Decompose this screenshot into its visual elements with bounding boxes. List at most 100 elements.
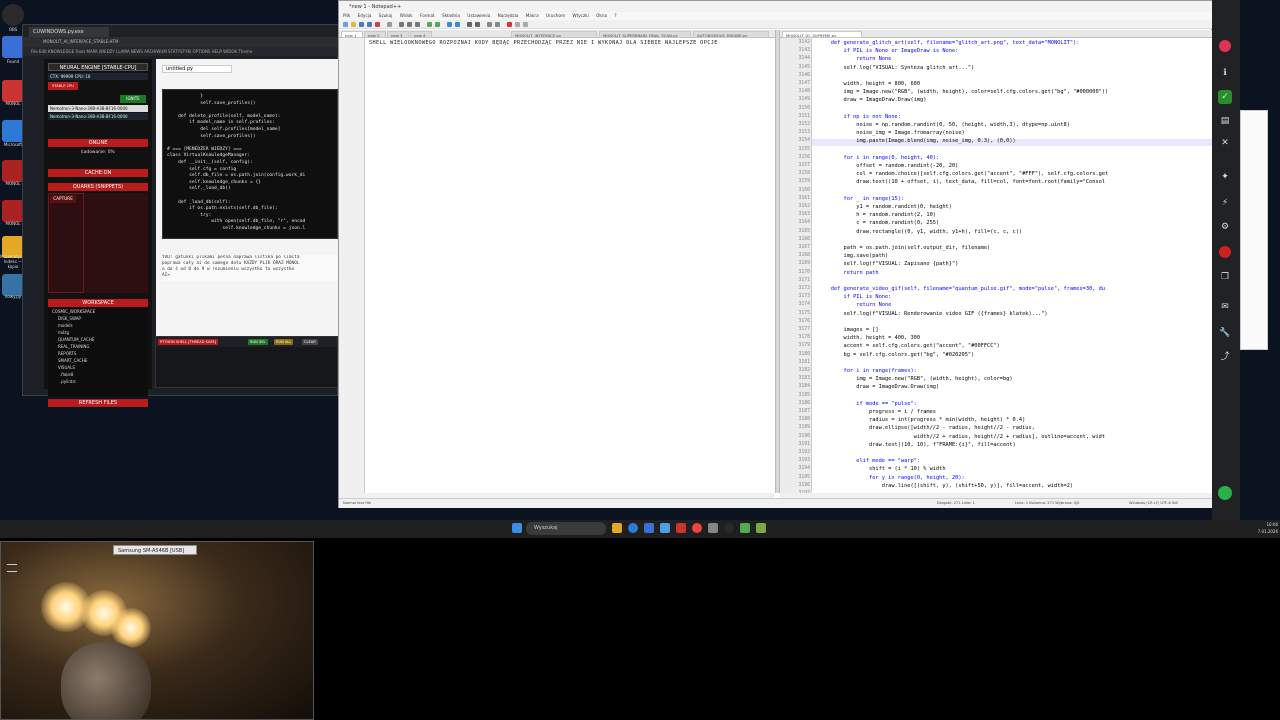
- replace-icon[interactable]: [455, 22, 460, 27]
- left-editor-pane[interactable]: SHELL WIELOOKNOWEGO ROZPOZNAJ KODY BĘDĄC…: [339, 38, 775, 493]
- code-line[interactable]: draw.line([(shift, y), (shift+50, y)], f…: [818, 483, 1073, 489]
- code-line[interactable]: c = random.randint(0, 255): [818, 220, 939, 226]
- menu-plik[interactable]: Plik: [343, 13, 350, 18]
- code-line[interactable]: y1 = random.randint(0, height): [818, 204, 952, 210]
- address-bar[interactable]: MONOLIT_AI_INTERFACE_STABLE.HTM: [23, 37, 339, 47]
- tree-item[interactable]: COSMIC_WORKSPACE: [48, 308, 148, 315]
- menu-okna[interactable]: Okna: [596, 13, 607, 18]
- obs-icon[interactable]: [2, 4, 24, 26]
- code-line[interactable]: for _ in range(15):: [818, 196, 905, 202]
- zoom-in-icon[interactable]: [467, 22, 472, 27]
- youtube-icon[interactable]: [1219, 246, 1231, 258]
- code-line[interactable]: return None: [818, 56, 891, 62]
- code-line[interactable]: for i in range(0, height, 40):: [818, 155, 940, 161]
- wrench-icon[interactable]: 🔧: [1218, 326, 1232, 340]
- code-line[interactable]: h = random.randint(2, 10): [818, 212, 936, 218]
- zoom-out-icon[interactable]: [475, 22, 480, 27]
- app-icon[interactable]: [2, 80, 24, 102]
- ctx-cpu-field[interactable]: CTX: 99999 CPU: 16: [48, 73, 148, 80]
- tab-monolit-ul-supreme[interactable]: MONOLIT_UL_SUPREME.py: [782, 31, 862, 38]
- tree-item[interactable]: models: [48, 322, 148, 329]
- app-icon[interactable]: [708, 523, 718, 533]
- monolit-icon[interactable]: [2, 160, 24, 182]
- code-line[interactable]: radius = int(progress * min(width, heigh…: [818, 417, 1025, 423]
- tab-monolit-superbrain[interactable]: MONOLIT_SUPERBRAIN_FINAL_SCAN.py: [599, 31, 691, 38]
- edge-icon[interactable]: [628, 523, 638, 533]
- menu-uruchom[interactable]: Uruchom: [546, 13, 565, 18]
- code-line[interactable]: def generate_video_gif(self, filename="q…: [818, 286, 1105, 292]
- tree-item[interactable]: .flake8: [48, 371, 148, 378]
- new-file-icon[interactable]: [343, 22, 348, 27]
- star-icon[interactable]: ✦: [1218, 170, 1232, 184]
- avatar[interactable]: [1219, 40, 1231, 52]
- wrap-icon[interactable]: [487, 22, 492, 27]
- check-icon[interactable]: ✓: [1218, 90, 1232, 104]
- copy-icon[interactable]: ❐: [1218, 270, 1232, 284]
- redo-icon[interactable]: [435, 22, 440, 27]
- ide-menu-bar[interactable]: File Edit KNOWLEDGE Tools MAPA WIEDZY LL…: [23, 47, 339, 56]
- print-icon[interactable]: [387, 22, 392, 27]
- code-line[interactable]: if mode == "pulse":: [818, 401, 917, 407]
- stop-macro-icon[interactable]: [515, 22, 520, 27]
- monolit-icon[interactable]: [2, 200, 24, 222]
- share-icon[interactable]: ⤴: [1218, 350, 1232, 364]
- code-line[interactable]: self.log(f"VISUAL: Zapisano {path}"): [818, 261, 959, 267]
- browser-tab[interactable]: CUWINDOWS.py.exe: [29, 27, 109, 37]
- code-line[interactable]: elif mode == "warp":: [818, 458, 920, 464]
- tab-new-1[interactable]: new 1: [341, 31, 363, 38]
- app-icon[interactable]: [676, 523, 686, 533]
- model-field[interactable]: Nemotron-3-Nano-30B-A3B-BF16-0000: [48, 113, 148, 120]
- menu-wtyczki[interactable]: Wtyczki: [572, 13, 588, 18]
- tree-item[interactable]: mózg: [48, 329, 148, 336]
- code-line[interactable]: self.log(f"VISUAL: Renderowanie video GI…: [818, 311, 1048, 317]
- code-line[interactable]: width//2 + radius, height//2 + radius], …: [818, 434, 1105, 440]
- code-line[interactable]: width, height = 400, 300: [818, 335, 921, 341]
- menu-narzedzia[interactable]: Narzędzia: [498, 13, 519, 18]
- tab-new-2[interactable]: new 2: [364, 31, 386, 38]
- run-all-button[interactable]: RUN ALL: [274, 339, 294, 345]
- ignite-button[interactable]: IGNITE: [120, 95, 146, 103]
- tab-new-3[interactable]: new 3: [387, 31, 409, 38]
- clear-button[interactable]: CLEAR: [302, 339, 318, 345]
- refresh-files-button[interactable]: REFRESH FILES: [48, 399, 148, 407]
- code-line[interactable]: draw.text((10 + offset, i), text_data, f…: [818, 179, 1105, 185]
- code-line[interactable]: draw.text((10, 10), f"FRAME:{i}", fill=a…: [818, 442, 1016, 448]
- code-editor[interactable]: } self.save_profiles() def delete_profil…: [162, 89, 338, 239]
- app-icon[interactable]: [756, 523, 766, 533]
- bolt-icon[interactable]: ⚡: [1218, 196, 1232, 210]
- code-line[interactable]: accent = self.cfg.colors.get("accent", "…: [818, 343, 1000, 349]
- save-all-icon[interactable]: [367, 22, 372, 27]
- code-line[interactable]: return None: [818, 302, 891, 308]
- edge-icon[interactable]: [2, 120, 24, 142]
- gear-icon[interactable]: ⚙: [1218, 220, 1232, 234]
- chrome-icon[interactable]: [692, 523, 702, 533]
- tree-item[interactable]: QUANTUM_CACHE: [48, 336, 148, 343]
- code-line[interactable]: if PIL is None or ImageDraw is None:: [818, 48, 959, 54]
- right-editor-pane[interactable]: 3142 3143 3144 3145 3146 3147 3148 3149 3150 3151…: [780, 38, 1213, 493]
- code-line[interactable]: noise_img = Image.fromarray(noise): [818, 130, 964, 136]
- code-line[interactable]: draw.rectangle((0, y1, width, y1+h), fil…: [818, 229, 1022, 235]
- code-line[interactable]: return path: [818, 270, 879, 276]
- file-explorer-icon[interactable]: [612, 523, 622, 533]
- play-macro-icon[interactable]: [523, 22, 528, 27]
- code-line[interactable]: progress = i / frames: [818, 409, 936, 415]
- paste-icon[interactable]: [415, 22, 420, 27]
- windows-start-icon[interactable]: [512, 523, 522, 533]
- cut-icon[interactable]: [399, 22, 404, 27]
- close-icon[interactable]: [375, 22, 380, 27]
- menu-edycja[interactable]: Edycja: [358, 13, 372, 18]
- code-line[interactable]: img = Image.new("RGB", (width, height), …: [818, 89, 1109, 95]
- code-line[interactable]: img.paste(Image.blend(img, noise_img, 0.…: [818, 138, 1015, 144]
- code-line[interactable]: self.log("VISUAL: Synteza glitch art..."…: [818, 65, 975, 71]
- notepad-plus-plus-icon[interactable]: [740, 523, 750, 533]
- model-select[interactable]: Nemotron-3-Nano-30B-A3B-BF16-0000: [48, 105, 148, 112]
- menu-format[interactable]: Format: [420, 13, 435, 18]
- code-line[interactable]: path = os.path.join(self.output_dir, fil…: [818, 245, 991, 251]
- obs-icon[interactable]: [724, 523, 734, 533]
- record-macro-icon[interactable]: [507, 22, 512, 27]
- code-line[interactable]: for y in range(0, height, 20):: [818, 475, 965, 481]
- menu-makra[interactable]: Makra: [526, 13, 539, 18]
- code-line[interactable]: draw = ImageDraw.Draw(img): [818, 384, 939, 390]
- code-line[interactable]: width, height = 800, 600: [818, 81, 921, 87]
- chat-icon[interactable]: ✉: [1218, 300, 1232, 314]
